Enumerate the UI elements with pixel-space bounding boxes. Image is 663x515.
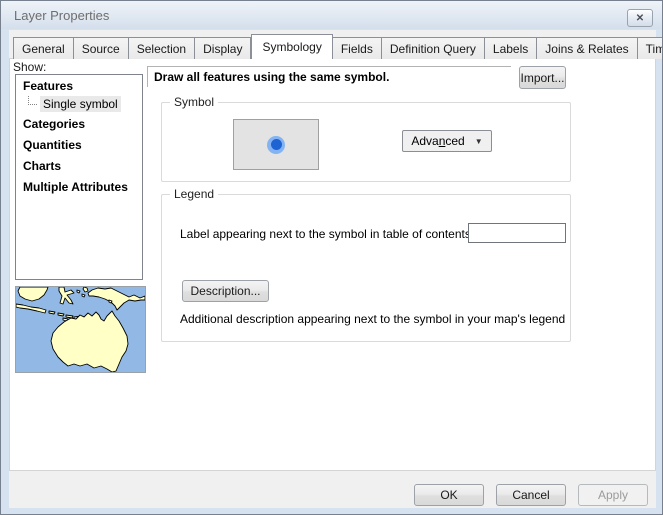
tab-bar: GeneralSourceSelectionDisplaySymbologyFi… <box>13 34 663 59</box>
tab-symbology[interactable]: Symbology <box>251 34 332 59</box>
layer-properties-dialog: Layer Properties ✕ GeneralSourceSelectio… <box>0 0 663 515</box>
tab-display[interactable]: Display <box>195 37 251 59</box>
point-symbol-core <box>271 139 282 150</box>
tree-item-single-symbol[interactable]: Single symbol <box>16 94 142 113</box>
close-icon: ✕ <box>636 13 644 24</box>
cancel-button[interactable]: Cancel <box>496 484 566 506</box>
tab-definition-query[interactable]: Definition Query <box>382 37 485 59</box>
tree-item-features[interactable]: Features <box>16 78 142 94</box>
map-preview <box>15 286 146 373</box>
point-symbol-icon <box>267 136 285 154</box>
tab-time[interactable]: Time <box>638 37 663 59</box>
tree-item-label: Charts <box>23 159 61 173</box>
map-preview-image <box>16 287 145 372</box>
dialog-body: GeneralSourceSelectionDisplaySymbologyFi… <box>9 30 656 508</box>
legend-additional-caption: Additional description appearing next to… <box>180 312 565 326</box>
tab-labels[interactable]: Labels <box>485 37 537 59</box>
tab-selection[interactable]: Selection <box>129 37 195 59</box>
close-button[interactable]: ✕ <box>627 9 653 27</box>
legend-group-title: Legend <box>170 187 218 201</box>
legend-label-caption: Label appearing next to the symbol in ta… <box>180 227 474 241</box>
symbol-group-title: Symbol <box>170 95 218 109</box>
legend-label-input[interactable] <box>468 223 566 243</box>
tab-source[interactable]: Source <box>74 37 129 59</box>
tab-fields[interactable]: Fields <box>333 37 382 59</box>
tree-branch-icon <box>28 96 37 105</box>
tree-item-categories[interactable]: Categories <box>16 113 142 134</box>
tree-item-quantities[interactable]: Quantities <box>16 134 142 155</box>
import-button[interactable]: Import... <box>519 66 566 89</box>
legend-groupbox: Legend Label appearing next to the symbo… <box>161 194 571 342</box>
tree-item-charts[interactable]: Charts <box>16 155 142 176</box>
tree-item-label: Multiple Attributes <box>23 180 128 194</box>
advanced-label: Advanced <box>411 134 464 148</box>
show-tree[interactable]: Features Single symbol Categories Quantitie… <box>15 74 143 280</box>
symbol-groupbox: Symbol Advanced ▼ <box>161 102 571 182</box>
window-title: Layer Properties <box>14 8 109 23</box>
tab-general[interactable]: General <box>13 37 74 59</box>
tab-joins-relates[interactable]: Joins & Relates <box>537 37 637 59</box>
tree-item-label: Single symbol <box>40 96 121 112</box>
tree-item-label: Features <box>23 79 73 93</box>
dropdown-arrow-icon: ▼ <box>475 137 483 146</box>
ok-button[interactable]: OK <box>414 484 484 506</box>
title-bar[interactable]: Layer Properties ✕ <box>1 1 662 29</box>
description-button[interactable]: Description... <box>182 280 269 302</box>
apply-button[interactable]: Apply <box>578 484 648 506</box>
tree-item-label: Quantities <box>23 138 82 152</box>
advanced-dropdown-button[interactable]: Advanced ▼ <box>402 130 492 152</box>
symbol-preview-button[interactable] <box>233 119 319 170</box>
tree-item-multiple-attributes[interactable]: Multiple Attributes <box>16 176 142 197</box>
tree-item-label: Categories <box>23 117 85 131</box>
renderer-heading: Draw all features using the same symbol. <box>154 70 389 84</box>
symbology-tab-page: Show: Features Single symbol Categories Qua… <box>9 58 656 471</box>
show-label: Show: <box>13 60 46 74</box>
